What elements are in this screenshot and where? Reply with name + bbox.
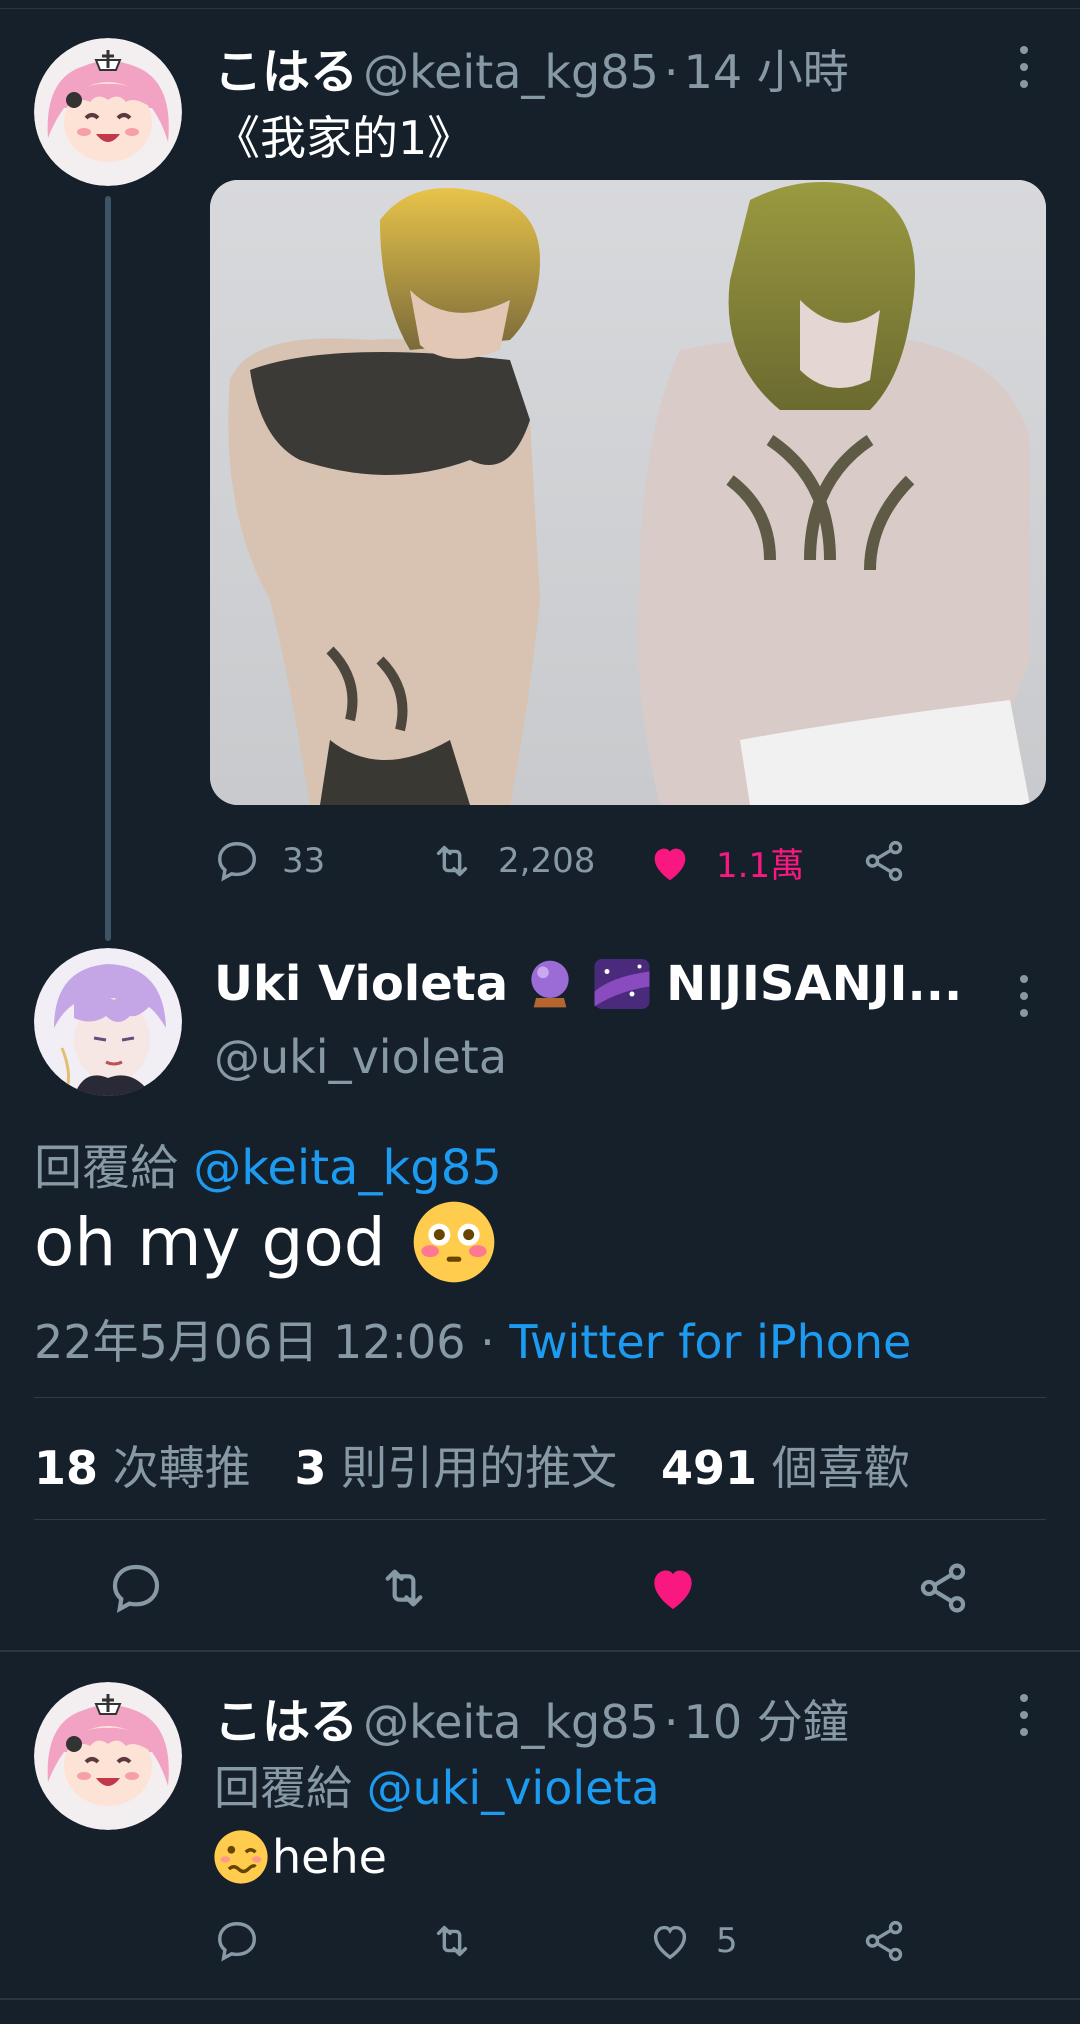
likes-label: 個喜歡 <box>771 1441 910 1495</box>
share-button[interactable] <box>914 1560 972 1620</box>
thread-line <box>105 196 111 941</box>
tweet-image[interactable] <box>210 180 1046 805</box>
reply-context: 回覆給 @uki_violeta <box>214 1752 660 1818</box>
reply-icon <box>218 1922 256 1962</box>
uki-avatar[interactable] <box>34 948 182 1096</box>
retweets-stat[interactable]: 18 次轉推 <box>34 1441 251 1495</box>
share-action[interactable] <box>860 1918 908 1964</box>
section-divider <box>0 1650 1080 1652</box>
heart-filled-icon <box>654 848 686 880</box>
quotes-label: 則引用的推文 <box>341 1441 618 1495</box>
like-button[interactable] <box>644 1560 702 1620</box>
author-name[interactable]: Uki Violeta <box>214 956 508 1012</box>
share-action[interactable] <box>860 838 908 884</box>
main-tweet-text-row: oh my god <box>34 1198 498 1286</box>
reply-button[interactable] <box>108 1560 164 1620</box>
kohar-avatar[interactable] <box>34 38 182 186</box>
reply-action[interactable] <box>214 1918 260 1964</box>
timestamp[interactable]: 14 小時 <box>684 45 849 99</box>
tweet1-header: こはる @keita_kg85 · 14 小時 <box>214 32 849 102</box>
heart-filled-icon <box>654 1570 692 1609</box>
section-divider <box>0 1998 1080 2000</box>
retweets-number: 18 <box>34 1441 99 1495</box>
likes-stat[interactable]: 491 個喜歡 <box>661 1441 910 1495</box>
tweet-date[interactable]: 22年5月06日 12:06 <box>34 1315 466 1369</box>
retweet-action[interactable] <box>428 1918 476 1964</box>
tweet-stats: 18 次轉推 3 則引用的推文 491 個喜歡 <box>34 1432 910 1498</box>
like-action[interactable]: 1.1萬 <box>646 838 804 887</box>
tweet3-text-row: hehe <box>212 1828 387 1886</box>
like-action[interactable]: 5 <box>646 1918 738 1964</box>
reply-to-link[interactable]: @keita_kg85 <box>193 1140 502 1196</box>
author-name-suffix[interactable]: NIJISANJI... <box>666 956 962 1012</box>
like-count: 5 <box>716 1921 738 1961</box>
woozy-face-emoji-icon <box>212 1828 270 1886</box>
timestamp[interactable]: 10 分鐘 <box>684 1695 849 1749</box>
retweet-icon <box>436 845 468 877</box>
heart-outline-icon <box>653 1925 687 1960</box>
retweet-icon <box>436 1925 468 1957</box>
tweet-text: hehe <box>272 1830 387 1884</box>
reply-prefix: 回覆給 <box>214 1761 352 1815</box>
author-handle[interactable]: @keita_kg85 <box>363 1695 659 1749</box>
separator: · <box>663 45 679 99</box>
reply-icon <box>218 842 256 882</box>
tweet-source-link[interactable]: Twitter for iPhone <box>509 1315 911 1369</box>
retweet-icon <box>385 1569 423 1607</box>
share-icon <box>920 1563 966 1613</box>
author-name[interactable]: こはる <box>214 44 358 100</box>
like-count: 1.1萬 <box>716 846 805 886</box>
divider <box>34 1397 1046 1398</box>
retweet-count: 2,208 <box>498 841 596 881</box>
reply-count: 33 <box>282 841 326 881</box>
tweet-meta: 22年5月06日 12:06 · Twitter for iPhone <box>34 1306 911 1372</box>
reply-icon <box>112 1564 160 1613</box>
likes-number: 491 <box>661 1441 758 1495</box>
top-divider <box>0 8 1080 9</box>
separator: · <box>480 1315 495 1369</box>
reply-action[interactable]: 33 <box>214 838 325 884</box>
kohar-avatar[interactable] <box>34 1682 182 1830</box>
main-author-row[interactable]: Uki Violeta NIJISANJI... <box>214 956 962 1012</box>
divider <box>34 1519 1046 1520</box>
night-sky-emoji-icon <box>592 956 652 1012</box>
reply-to-link[interactable]: @uki_violeta <box>367 1761 660 1815</box>
reply-prefix: 回覆給 <box>34 1140 179 1196</box>
tweet3-header: こはる @keita_kg85 · 10 分鐘 <box>214 1682 849 1752</box>
flushed-face-emoji-icon <box>410 1198 498 1286</box>
author-name[interactable]: こはる <box>214 1694 358 1750</box>
share-icon <box>865 1920 903 1962</box>
more-options-icon[interactable] <box>1018 1694 1030 1736</box>
author-handle[interactable]: @keita_kg85 <box>363 45 659 99</box>
retweet-button[interactable] <box>374 1560 434 1620</box>
more-options-icon[interactable] <box>1018 975 1030 1017</box>
quotes-stat[interactable]: 3 則引用的推文 <box>295 1441 618 1495</box>
share-icon <box>865 840 903 882</box>
author-handle[interactable]: @uki_violeta <box>214 1030 507 1084</box>
retweet-action[interactable]: 2,208 <box>428 838 595 884</box>
reply-context: 回覆給 @keita_kg85 <box>34 1128 502 1198</box>
quotes-number: 3 <box>294 1441 327 1495</box>
tweet-text: 《我家的1》 <box>214 111 474 165</box>
tweet-text: oh my god <box>34 1203 386 1281</box>
retweets-label: 次轉推 <box>112 1441 251 1495</box>
separator: · <box>663 1695 679 1749</box>
crystal-ball-emoji-icon <box>522 956 578 1012</box>
more-options-icon[interactable] <box>1018 46 1030 88</box>
